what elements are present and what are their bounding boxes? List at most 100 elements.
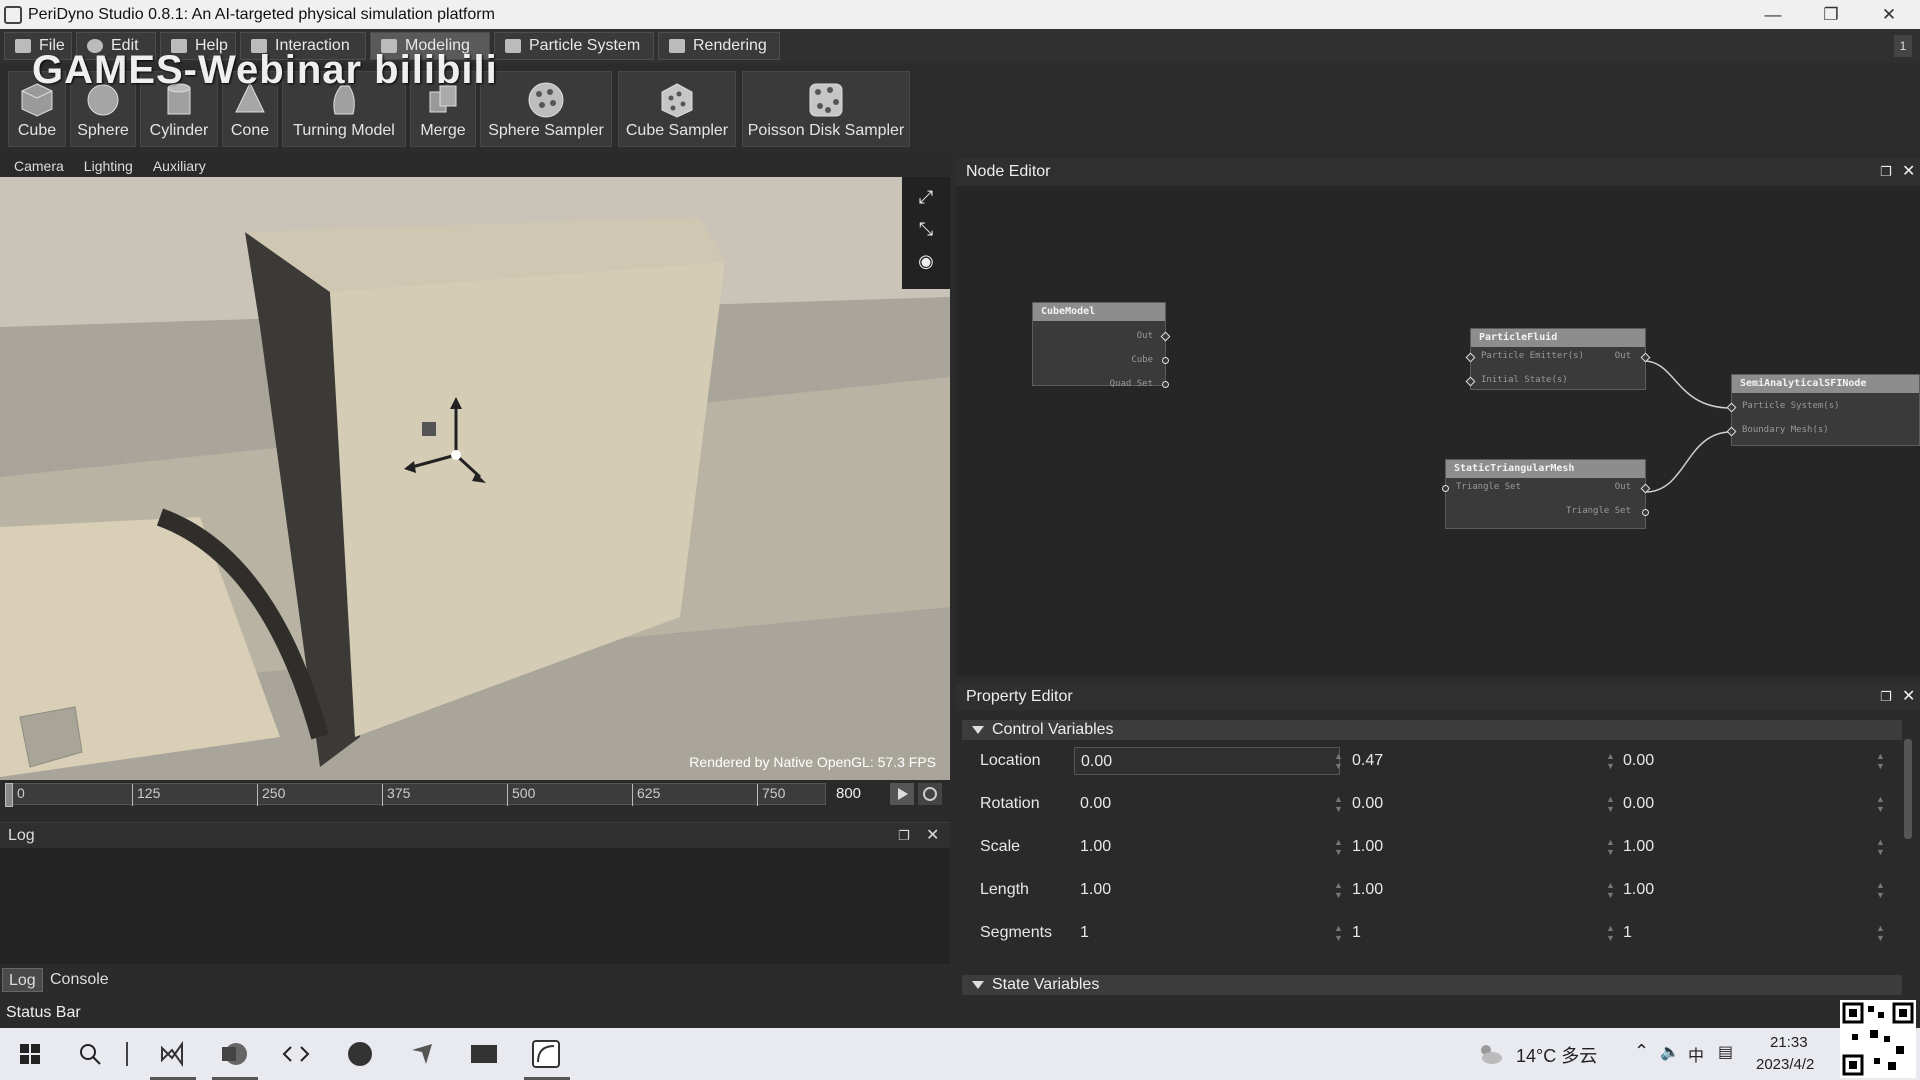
console-tab[interactable]: Console	[44, 968, 115, 992]
location-x-input[interactable]: 0.00	[1074, 747, 1340, 775]
float-panel-icon[interactable]: ❐	[1880, 158, 1892, 186]
menu-rendering[interactable]: Rendering	[658, 32, 780, 60]
close-window-button[interactable]: ✕	[1860, 0, 1918, 29]
scene-render	[0, 177, 950, 780]
property-label: Length	[980, 881, 1029, 898]
clock-date[interactable]: 2023/4/2	[1756, 1056, 1814, 1073]
end-frame-field[interactable]: 800	[836, 783, 880, 805]
peridyno-taskbar-icon[interactable]	[530, 1038, 562, 1070]
node-particle-fluid[interactable]: ParticleFluid Particle Emitter(s) Initia…	[1465, 328, 1651, 390]
minimize-button[interactable]: —	[1744, 0, 1802, 29]
spin-arrows-icon[interactable]: ▲ ▼	[1606, 751, 1615, 771]
sphere-sampler-tool-label: Sphere Sampler	[488, 122, 604, 139]
segments-z-input[interactable]: 1	[1617, 919, 1883, 947]
weather-icon	[1481, 1045, 1502, 1064]
globe-icon[interactable]: ◉	[916, 251, 936, 271]
powerpoint-icon[interactable]	[218, 1038, 250, 1070]
spin-arrows-icon[interactable]: ▲ ▼	[1876, 837, 1885, 857]
node-static-triangular-mesh[interactable]: StaticTriangularMesh Triangle Set Out Tr…	[1440, 459, 1651, 529]
log-output[interactable]	[0, 848, 950, 964]
terminal-icon[interactable]	[468, 1038, 500, 1070]
tick-label: 125	[137, 785, 161, 801]
menu-rendering-label: Rendering	[693, 37, 767, 54]
length-y-input[interactable]: 1.00	[1346, 876, 1612, 904]
menu-particle-system[interactable]: Particle System	[494, 32, 654, 60]
spin-arrows-icon[interactable]: ▲ ▼	[1876, 794, 1885, 814]
viewport-tab-camera[interactable]: Camera	[14, 158, 64, 174]
state-variables-section[interactable]: State Variables	[962, 975, 1902, 995]
length-z-input[interactable]: 1.00	[1617, 876, 1883, 904]
spin-arrows-icon[interactable]: ▲ ▼	[1606, 794, 1615, 814]
sphere-sampler-icon	[528, 82, 564, 118]
app-icon[interactable]	[406, 1038, 438, 1070]
code-editor-icon[interactable]	[280, 1038, 312, 1070]
port-label: Quad Set	[1109, 379, 1153, 389]
scale-y-input[interactable]: 1.00	[1346, 833, 1612, 861]
fit-view-icon[interactable]: ⤢	[916, 187, 936, 207]
timeline-handle[interactable]	[5, 783, 13, 807]
visual-studio-icon[interactable]	[156, 1038, 188, 1070]
node-cube-model[interactable]: CubeModel Out Cube Quad Set	[1032, 302, 1171, 390]
spin-arrows-icon[interactable]: ▲ ▼	[1876, 923, 1885, 943]
spin-arrows-icon[interactable]: ▲ ▼	[1606, 880, 1615, 900]
status-bar: Status Bar	[0, 998, 1920, 1028]
weather-text[interactable]: 14°C 多云	[1516, 1042, 1597, 1068]
length-x-input[interactable]: 1.00	[1074, 876, 1340, 904]
scale-z-input[interactable]: 1.00	[1617, 833, 1883, 861]
spin-arrows-icon[interactable]: ▲ ▼	[1334, 794, 1343, 814]
fullscreen-icon[interactable]: ⤡	[916, 219, 936, 239]
viewport-tab-auxiliary[interactable]: Auxiliary	[153, 158, 206, 174]
location-y-input[interactable]: 0.47	[1346, 747, 1612, 775]
close-panel-icon[interactable]: ✕	[926, 823, 939, 849]
spin-arrows-icon[interactable]: ▲ ▼	[1606, 923, 1615, 943]
qr-code-icon	[1840, 1000, 1916, 1078]
obs-icon[interactable]	[344, 1038, 376, 1070]
segments-x-input[interactable]: 1	[1074, 919, 1340, 947]
float-panel-icon[interactable]: ❐	[1880, 683, 1892, 711]
spin-arrows-icon[interactable]: ▲ ▼	[1334, 880, 1343, 900]
ime-icon[interactable]: 中	[1688, 1042, 1704, 1066]
clock-time[interactable]: 21:33	[1770, 1034, 1808, 1051]
rotation-x-input[interactable]: 0.00	[1074, 790, 1340, 818]
sphere-sampler-tool-button[interactable]: Sphere Sampler	[480, 71, 612, 147]
port-label: Particle System(s)	[1742, 401, 1840, 411]
play-button[interactable]	[890, 783, 914, 805]
restore-button[interactable]: ❐	[1802, 0, 1860, 29]
node-semi-analytical-sfi[interactable]: SemiAnalyticalSFINode Particle System(s)…	[1726, 374, 1920, 446]
cube-sampler-tool-button[interactable]: Cube Sampler	[618, 71, 736, 147]
windows-start-icon[interactable]	[14, 1038, 46, 1070]
scrollbar[interactable]	[1904, 739, 1912, 839]
location-z-input[interactable]: 0.00	[1617, 747, 1883, 775]
control-variables-section[interactable]: Control Variables	[962, 720, 1902, 740]
close-panel-icon[interactable]: ✕	[1902, 683, 1915, 711]
chevron-up-icon[interactable]: ⌃	[1634, 1041, 1649, 1062]
poisson-disk-sampler-tool-button[interactable]: Poisson Disk Sampler	[742, 71, 910, 147]
property-row-length: Length 1.00 ▲ ▼ 1.00 ▲ ▼ 1.00 ▲ ▼	[956, 872, 1896, 908]
rendering-icon	[669, 39, 685, 53]
node-editor-canvas[interactable]: CubeModel Out Cube Quad Set ParticleFlui…	[956, 186, 1920, 676]
float-panel-icon[interactable]: ❐	[898, 823, 910, 849]
scale-x-input[interactable]: 1.00	[1074, 833, 1340, 861]
rotation-z-input[interactable]: 0.00	[1617, 790, 1883, 818]
spin-arrows-icon[interactable]: ▲ ▼	[1334, 837, 1343, 857]
viewport-tab-lighting[interactable]: Lighting	[84, 158, 133, 174]
log-panel-title: Log	[8, 827, 35, 844]
spin-arrows-icon[interactable]: ▲ ▼	[1876, 751, 1885, 771]
spin-arrows-icon[interactable]: ▲ ▼	[1606, 837, 1615, 857]
spin-arrows-icon[interactable]: ▲ ▼	[1876, 880, 1885, 900]
reset-button[interactable]	[918, 783, 942, 805]
segments-y-input[interactable]: 1	[1346, 919, 1612, 947]
cube-sampler-tool-label: Cube Sampler	[625, 122, 729, 139]
corner-button[interactable]: 1	[1894, 35, 1912, 57]
log-tab[interactable]: Log	[2, 968, 43, 992]
spin-arrows-icon[interactable]: ▲ ▼	[1334, 751, 1343, 771]
3d-viewport[interactable]: ⤢ ⤡ ◉ Rendered by Native OpenGL: 57.3 FP…	[0, 177, 950, 780]
close-panel-icon[interactable]: ✕	[1902, 158, 1915, 186]
search-icon[interactable]	[74, 1038, 106, 1070]
node-editor-title: Node Editor	[966, 163, 1051, 180]
speaker-icon[interactable]: 🔈	[1660, 1042, 1680, 1062]
timeline-slider[interactable]: 0 125 250 375 500 625 750	[5, 783, 826, 807]
rotation-y-input[interactable]: 0.00	[1346, 790, 1612, 818]
tray-app-icon[interactable]: ▤	[1718, 1042, 1733, 1062]
spin-arrows-icon[interactable]: ▲ ▼	[1334, 923, 1343, 943]
